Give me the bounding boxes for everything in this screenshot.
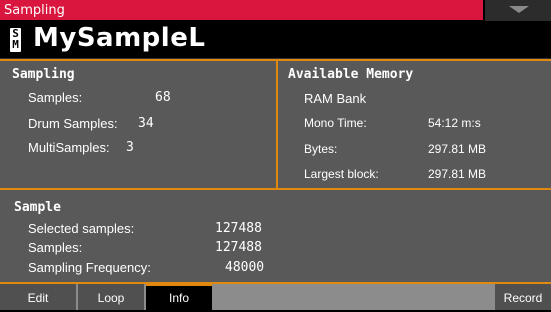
mono-time-value: 54:12 m:s [428, 116, 481, 130]
drum-samples-label: Drum Samples: [28, 116, 118, 131]
selected-samples-label: Selected samples: [28, 221, 135, 236]
sampling-frequency-value: 48000 [225, 260, 265, 275]
memory-panel: Available Memory RAM Bank Mono Time: 54:… [276, 59, 551, 190]
tab-record[interactable]: Record [493, 284, 551, 310]
sampling-frequency-label: Sampling Frequency: [28, 260, 151, 275]
samples-count-value: 127488 [215, 240, 262, 255]
tab-loop-label: Loop [97, 291, 125, 305]
ram-bank-label: RAM Bank [304, 91, 367, 106]
chevron-down-icon [509, 6, 529, 13]
multisamples-label: MultiSamples: [28, 140, 110, 155]
selected-samples-value: 127488 [215, 221, 262, 236]
tab-edit-label: Edit [27, 291, 49, 305]
sampling-heading: Sampling [12, 67, 75, 82]
sampling-panel: Sampling Samples: 68 Drum Samples: 34 Mu… [0, 59, 278, 190]
sample-info-panel: Sample Selected samples: 127488 Samples:… [0, 188, 551, 284]
sample-mode-badge: S M [10, 28, 21, 52]
samples-count-label: Samples: [28, 240, 83, 255]
memory-heading: Available Memory [288, 67, 414, 82]
drum-samples-value: 34 [138, 116, 154, 131]
largest-block-value: 297.81 MB [428, 167, 487, 181]
tab-bar: Edit Loop Info Record [0, 284, 551, 310]
samples-value: 68 [155, 90, 171, 105]
title-bar: Sampling [0, 0, 551, 21]
mono-time-label: Mono Time: [304, 116, 367, 130]
bytes-value: 297.81 MB [428, 142, 487, 156]
sample-name[interactable]: MySampleL [33, 23, 205, 53]
tab-edit[interactable]: Edit [0, 284, 78, 310]
sample-name-bar: S M MySampleL [0, 21, 551, 59]
page-title: Sampling [4, 3, 65, 18]
tab-info-label: Info [168, 291, 189, 305]
bytes-label: Bytes: [304, 142, 338, 156]
largest-block-label: Largest block: [304, 167, 379, 181]
sample-heading: Sample [14, 200, 61, 215]
tab-record-label: Record [503, 291, 543, 305]
tab-info[interactable]: Info [146, 284, 212, 310]
badge-bottom: M [12, 38, 19, 51]
multisamples-value: 3 [126, 140, 134, 155]
page-menu-button[interactable] [483, 0, 551, 21]
samples-label: Samples: [28, 90, 83, 105]
tab-loop[interactable]: Loop [78, 284, 146, 310]
